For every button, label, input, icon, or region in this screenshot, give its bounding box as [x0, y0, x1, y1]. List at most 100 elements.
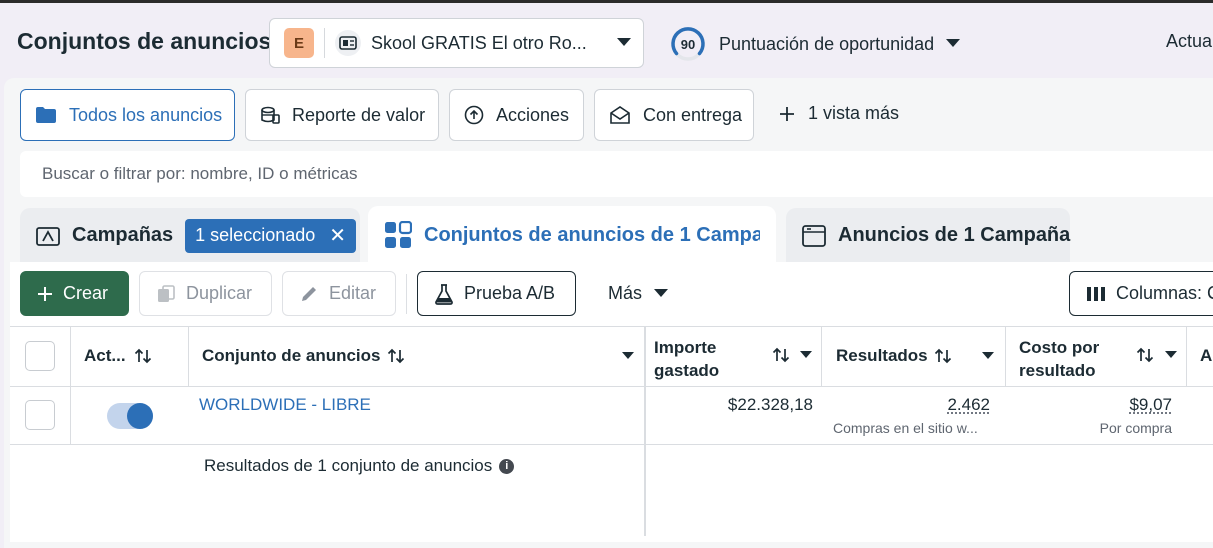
ab-test-label: Prueba A/B [464, 283, 556, 303]
account-picker[interactable]: E Skool GRATIS El otro Ro... [269, 18, 644, 68]
grid-icon [384, 221, 412, 249]
columns-icon [1086, 286, 1106, 302]
search-input[interactable] [20, 151, 1213, 197]
duplicate-label: Duplicar [186, 283, 253, 303]
view-label: Reporte de valor [292, 104, 426, 125]
score-gauge-icon: 90 [670, 26, 706, 62]
column-divider [1005, 326, 1006, 386]
pencil-icon [299, 284, 319, 304]
column-header-adset[interactable]: Conjunto de anuncios [202, 344, 638, 368]
column-header-spend[interactable]: Importe gastado [654, 336, 814, 380]
spend-value: $22.328,18 [727, 395, 813, 414]
plus-icon [778, 105, 796, 123]
column-header-cost-per-result[interactable]: Costo por resultado [1019, 336, 1181, 380]
duplicate-button[interactable]: Duplicar [139, 271, 272, 316]
chevron-down-icon[interactable] [800, 351, 812, 359]
results-subtitle: Compras en el sitio w... [833, 420, 978, 436]
coins-icon [260, 106, 280, 124]
score-value: 90 [680, 36, 696, 52]
chevron-down-icon[interactable] [982, 352, 994, 360]
adset-name-link[interactable]: WORLDWIDE - LIBRE [199, 394, 371, 416]
chevron-down-icon[interactable] [1165, 351, 1177, 359]
header-label: Conjunto de anuncios [202, 346, 381, 365]
ab-test-button[interactable]: Prueba A/B [417, 271, 576, 316]
chevron-down-icon[interactable] [622, 352, 634, 360]
summary-row: Resultados de 1 conjunto de anuncios i [204, 455, 515, 477]
tab-label: Conjuntos de anuncios de 1 Campaña [424, 223, 760, 246]
cost-per-result-value[interactable]: $9,07 [1019, 394, 1172, 416]
sort-icon[interactable] [772, 347, 790, 363]
flask-icon [434, 283, 454, 305]
select-all-checkbox[interactable] [25, 341, 55, 371]
ad-window-icon [802, 224, 826, 247]
sort-icon[interactable] [134, 348, 152, 364]
divider [324, 28, 325, 58]
sort-icon[interactable] [934, 348, 952, 364]
toggle-knob [127, 403, 153, 429]
ad-account-icon [335, 30, 361, 56]
edit-label: Editar [329, 283, 377, 303]
sort-icon[interactable] [387, 348, 405, 364]
create-button[interactable]: Crear [20, 271, 129, 316]
column-divider [70, 326, 71, 444]
tab-ads[interactable]: Anuncios de 1 Campaña [786, 208, 1070, 263]
more-views-button[interactable]: 1 vista más [778, 103, 899, 124]
selection-pill[interactable]: 1 seleccionado ✕ [185, 218, 357, 253]
create-label: Crear [63, 283, 109, 303]
view-actions[interactable]: Acciones [449, 89, 584, 141]
upload-circle-icon [464, 105, 484, 125]
row-checkbox[interactable] [25, 400, 55, 430]
tab-label: Anuncios de 1 Campaña [838, 224, 1071, 246]
cost-per-result-subtitle: Por compra [1099, 420, 1172, 436]
page-title: Conjuntos de anuncios [17, 28, 272, 54]
opportunity-score[interactable]: 90 Puntuación de oportunidad [670, 26, 961, 62]
results-value[interactable]: 2.462 [836, 394, 990, 416]
plus-icon [37, 286, 53, 302]
header-label: resultado [1019, 361, 1096, 380]
column-header-results[interactable]: Resultados [836, 344, 998, 368]
duplicate-icon [156, 284, 176, 304]
chevron-down-icon [617, 34, 631, 52]
close-icon[interactable]: ✕ [329, 223, 346, 248]
columns-button[interactable]: Columnas: C [1069, 271, 1213, 316]
column-divider [1186, 326, 1187, 386]
account-name: Skool GRATIS El otro Ro... [371, 32, 587, 53]
table-border [10, 444, 1213, 445]
edit-button[interactable]: Editar [282, 271, 396, 316]
more-button[interactable]: Más [592, 271, 682, 316]
column-header-active[interactable]: Act... [84, 344, 152, 368]
view-label: Con entrega [643, 104, 743, 125]
info-icon[interactable]: i [499, 458, 515, 474]
tab-campaigns[interactable]: Campañas 1 seleccionado ✕ [20, 208, 360, 263]
header-label: Costo por [1019, 338, 1100, 357]
view-all-ads[interactable]: Todos los anuncios [20, 89, 235, 141]
active-toggle[interactable] [107, 403, 153, 429]
more-views-label: 1 vista más [808, 103, 900, 123]
envelope-open-icon [609, 105, 631, 125]
header-label: Act... [84, 346, 126, 365]
tab-label: Campañas [72, 224, 174, 246]
view-value-report[interactable]: Reporte de valor [245, 89, 439, 141]
table-border [10, 326, 1213, 327]
chevron-down-icon [946, 35, 961, 53]
column-divider [188, 326, 189, 386]
selection-count: 1 seleccionado [195, 225, 316, 245]
sort-icon[interactable] [1136, 347, 1154, 363]
more-label: Más [608, 283, 643, 303]
columns-label: Columnas: C [1116, 283, 1213, 303]
column-header-next[interactable]: A [1200, 344, 1212, 368]
tab-adsets[interactable]: Conjuntos de anuncios de 1 Campaña [368, 206, 776, 264]
chevron-down-icon [654, 289, 669, 298]
frozen-column-divider [644, 326, 646, 536]
toolbar-divider [406, 274, 407, 314]
update-button[interactable]: Actua [1166, 31, 1212, 52]
account-badge: E [284, 28, 314, 58]
folder-icon [35, 106, 57, 124]
window-top-border [0, 0, 1213, 3]
view-label: Acciones [496, 104, 570, 125]
header-label: Importe [654, 338, 717, 357]
view-with-delivery[interactable]: Con entrega [594, 89, 754, 141]
column-divider [821, 326, 822, 386]
view-label: Todos los anuncios [69, 104, 223, 125]
campaign-flag-icon [36, 225, 60, 247]
